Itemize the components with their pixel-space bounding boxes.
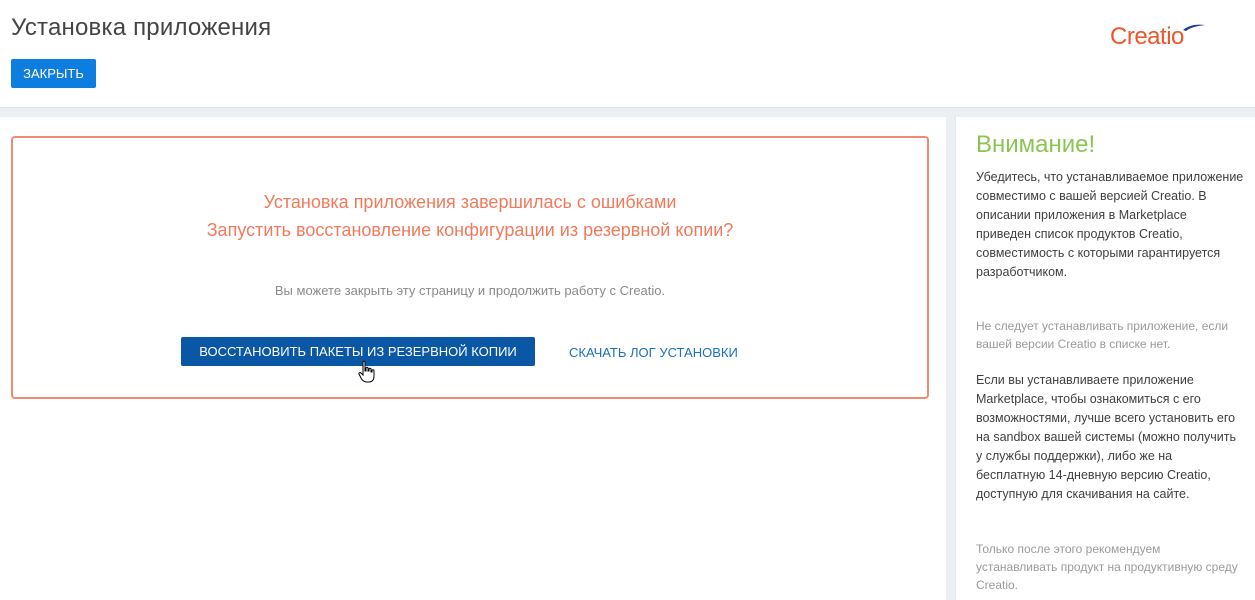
creatio-logo: Creatio xyxy=(1108,18,1208,50)
logo-mark-icon xyxy=(1183,24,1205,31)
version-warning-paragraph: Не следует устанавливать приложение, есл… xyxy=(976,319,1229,351)
error-message: Установка приложения завершилась с ошибк… xyxy=(263,192,677,212)
production-note-paragraph: Только после этого рекомендуем устанавли… xyxy=(976,542,1238,592)
attention-title: Внимание! xyxy=(976,131,1096,158)
header-divider xyxy=(0,107,1255,117)
main-content: Установка приложения завершилась с ошибк… xyxy=(0,117,946,600)
page-header: Установка приложения ЗАКРЫТЬ Creatio xyxy=(0,0,1255,107)
close-button[interactable]: ЗАКРЫТЬ xyxy=(11,59,96,88)
hand-pointer-icon xyxy=(358,360,375,383)
info-text: Вы можете закрыть эту страницу и продолж… xyxy=(274,283,666,298)
sandbox-recommendation-paragraph: Если вы устанавливаете приложение Market… xyxy=(976,373,1236,501)
restore-question: Запустить восстановление конфигурации из… xyxy=(206,220,734,240)
page-title: Установка приложения xyxy=(11,14,272,41)
attention-sidebar: Внимание! Убедитесь, что устанавливаемое… xyxy=(955,117,1255,600)
download-log-link[interactable]: СКАЧАТЬ ЛОГ УСТАНОВКИ xyxy=(569,345,738,360)
logo-text: Creatio xyxy=(1110,23,1184,50)
vertical-divider xyxy=(946,117,955,600)
error-panel: Установка приложения завершилась с ошибк… xyxy=(11,136,929,399)
compatibility-paragraph: Убедитесь, что устанавливаемое приложени… xyxy=(976,170,1244,279)
